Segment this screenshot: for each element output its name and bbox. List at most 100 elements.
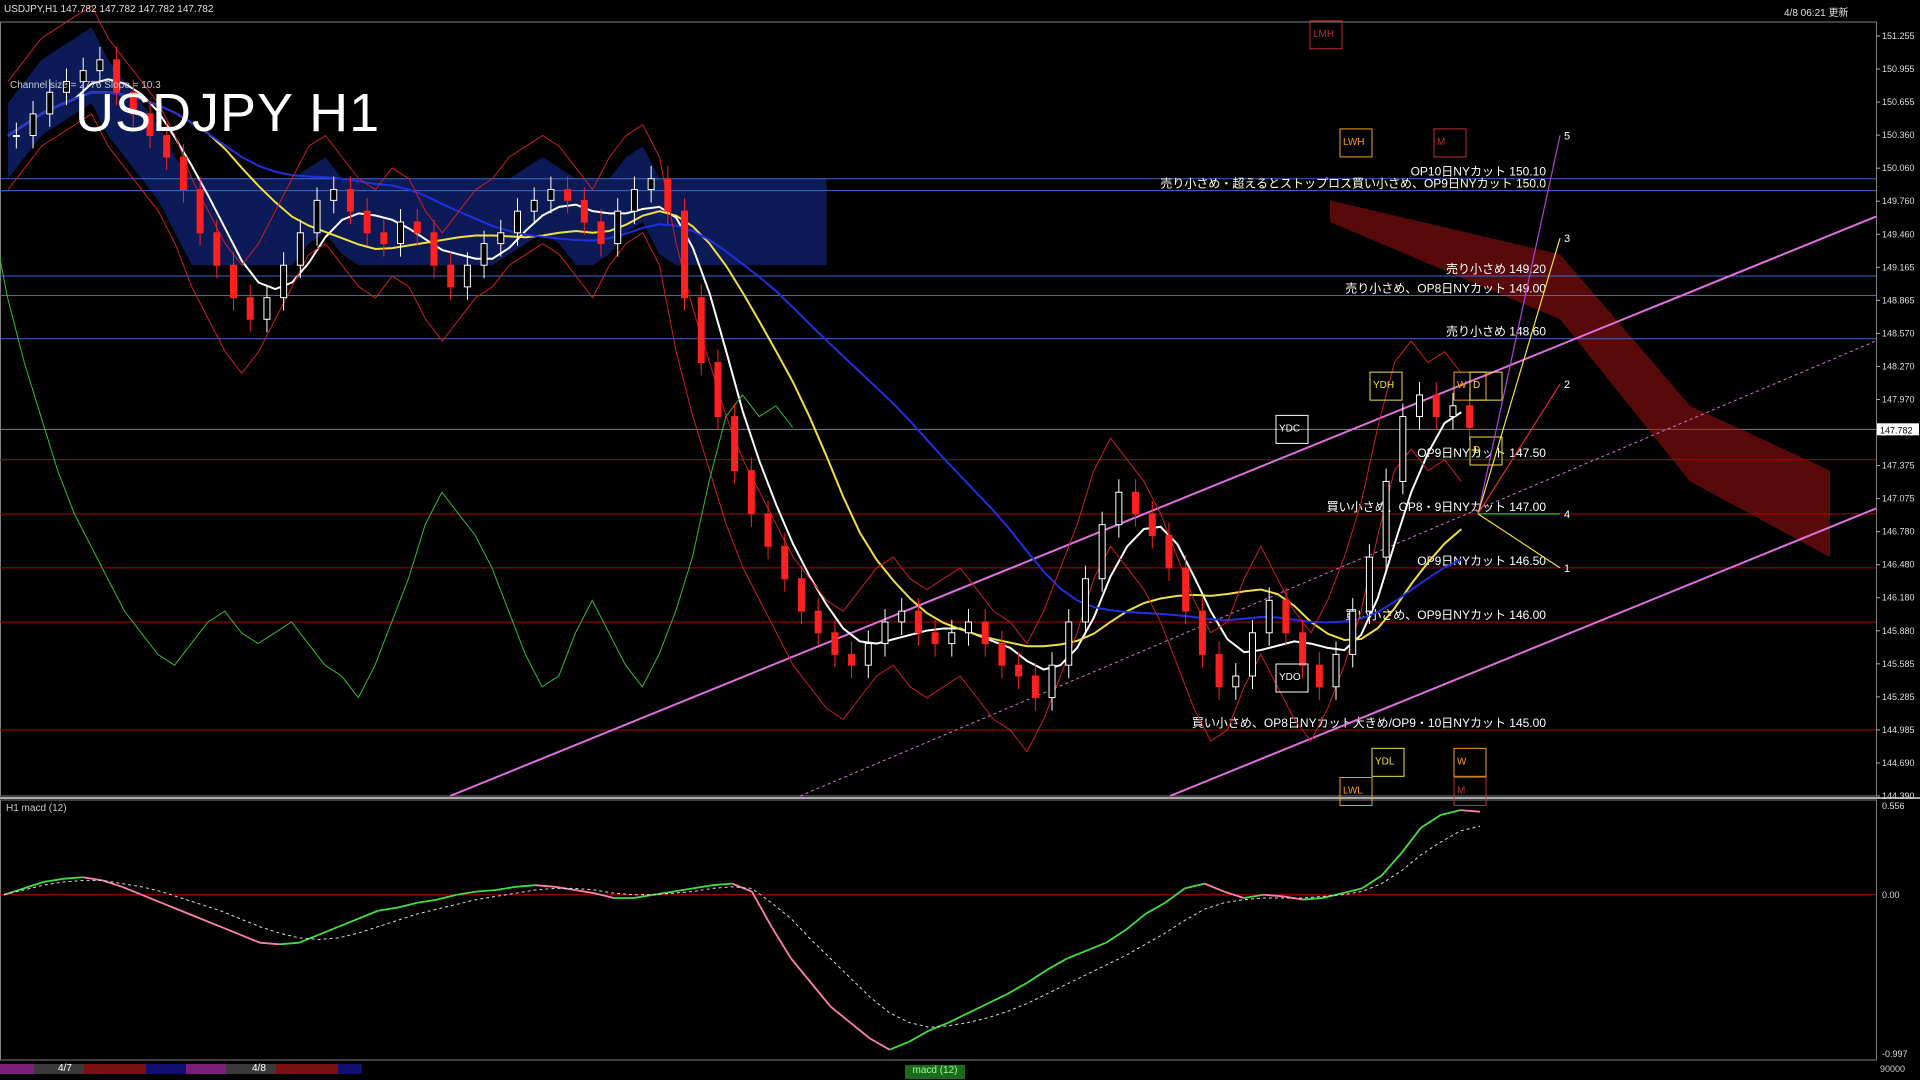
pivot-label: YDH xyxy=(1373,380,1394,391)
volume-value: 90000 xyxy=(1880,1064,1906,1074)
y-tick-label: 148.865 xyxy=(1882,295,1915,305)
macd-main-segment xyxy=(869,1037,891,1051)
level-label: OP9日NYカット 147.50 xyxy=(1417,446,1546,460)
candle-body xyxy=(380,232,388,245)
candle-body xyxy=(664,178,672,212)
candle-body xyxy=(1098,524,1106,580)
date-label: 4/7 xyxy=(58,1063,72,1074)
candle-body xyxy=(397,221,405,245)
y-tick-label: 145.880 xyxy=(1882,626,1915,636)
y-tick-label: 145.585 xyxy=(1882,659,1915,669)
candle-body xyxy=(1399,416,1407,482)
candle-body xyxy=(580,199,588,223)
update-time: 4/8 06:21 更新 xyxy=(1784,8,1849,19)
y-tick-label: 149.165 xyxy=(1882,262,1915,272)
pivot-label: W xyxy=(1457,380,1467,391)
candle-body xyxy=(931,632,939,645)
macd-main-segment xyxy=(574,889,595,895)
candle-body xyxy=(246,297,254,320)
macd-main-segment xyxy=(810,982,832,1008)
wave-label: 4 xyxy=(1564,509,1570,521)
y-tick-label: 151.255 xyxy=(1882,31,1915,41)
pivot-label: LMH xyxy=(1313,29,1334,40)
macd-main-segment xyxy=(298,933,320,944)
candle-body xyxy=(547,189,555,201)
macd-main-segment xyxy=(1204,882,1225,893)
candle-body xyxy=(564,189,572,201)
session-segment xyxy=(186,1064,226,1074)
price-chart[interactable]: 151.255 150.955 150.655 150.360 150.060 149.7… xyxy=(0,0,1920,1080)
y-tick-label: 147.375 xyxy=(1882,461,1915,471)
macd-main-segment xyxy=(849,1021,871,1040)
candle-body xyxy=(1132,491,1140,515)
y-tick-label: 150.060 xyxy=(1882,163,1915,173)
level-label: 売り小さめ、OP8日NYカット 149.00 xyxy=(1345,280,1546,295)
macd-main-segment xyxy=(318,925,339,936)
macd-main-segment xyxy=(1164,887,1186,904)
candle-body xyxy=(630,189,638,212)
candle-body xyxy=(196,189,204,234)
candle-body xyxy=(1031,675,1039,699)
candle-body xyxy=(881,621,889,645)
macd-tick-label: 0.00 xyxy=(1882,890,1900,900)
y-tick-label: 145.285 xyxy=(1882,692,1915,702)
macd-main-segment xyxy=(1184,882,1205,890)
pivot-label: D xyxy=(1473,380,1480,391)
macd-main-segment xyxy=(200,917,221,928)
candle-body xyxy=(230,264,238,299)
candle-body xyxy=(981,621,989,645)
y-tick-label: 144.390 xyxy=(1882,791,1915,801)
macd-main-segment xyxy=(239,933,261,944)
candle-body xyxy=(497,232,505,245)
macd-main-segment xyxy=(220,925,241,936)
macd-main-segment xyxy=(1026,969,1048,984)
pivot-label: D xyxy=(1473,445,1480,456)
macd-tab[interactable]: macd (12) xyxy=(905,1065,965,1079)
candle-body xyxy=(647,178,655,191)
pivot-label: YDC xyxy=(1279,423,1300,434)
macd-main-segment xyxy=(180,909,202,920)
candle-body xyxy=(46,91,54,115)
wave-label: 3 xyxy=(1564,233,1570,245)
symbol-info: USDJPY,H1 147.782 147.782 147.782 147.78… xyxy=(4,4,214,15)
wave-label: 1 xyxy=(1564,563,1570,575)
candle-body xyxy=(330,189,338,201)
macd-main-segment xyxy=(908,1029,930,1043)
macd-main-segment xyxy=(594,892,615,899)
candle-body xyxy=(1416,394,1424,418)
macd-main-segment xyxy=(1066,949,1087,960)
candle-body xyxy=(1148,513,1156,536)
macd-main-segment xyxy=(1322,892,1343,899)
date-label: 4/8 xyxy=(252,1063,266,1074)
session-segment xyxy=(84,1064,146,1074)
candle-body xyxy=(513,210,521,234)
y-tick-label: 150.360 xyxy=(1882,130,1915,140)
candle-body xyxy=(1265,599,1273,634)
candle-body xyxy=(697,297,705,364)
candle-body xyxy=(747,470,755,515)
pivot-label: YDO xyxy=(1279,672,1301,683)
macd-main-segment xyxy=(889,1040,910,1051)
session-segment xyxy=(276,1064,338,1074)
macd-main-segment xyxy=(338,917,359,928)
candle-body xyxy=(965,621,973,634)
chart-title: USDJPY H1 xyxy=(75,83,381,143)
pivot-label: M xyxy=(1457,786,1465,797)
sma-blue-line xyxy=(7,91,1462,624)
macd-main-segment xyxy=(1361,874,1383,890)
macd-main-segment xyxy=(829,1005,851,1024)
macd-main-segment xyxy=(1046,957,1068,971)
macd-title: H1 macd (12) xyxy=(6,803,67,814)
wave-label: 5 xyxy=(1564,131,1570,143)
candle-body xyxy=(447,264,455,288)
macd-main-segment xyxy=(1420,814,1442,829)
macd-main-segment xyxy=(751,891,773,928)
candle-body xyxy=(681,210,689,299)
candle-body xyxy=(313,199,321,234)
candle-body xyxy=(363,210,371,234)
candle-body xyxy=(764,513,772,547)
macd-main-segment xyxy=(436,893,457,901)
pivot-label: LWL xyxy=(1343,786,1363,797)
candle-body xyxy=(948,632,956,645)
y-tick-label: 150.955 xyxy=(1882,64,1915,74)
